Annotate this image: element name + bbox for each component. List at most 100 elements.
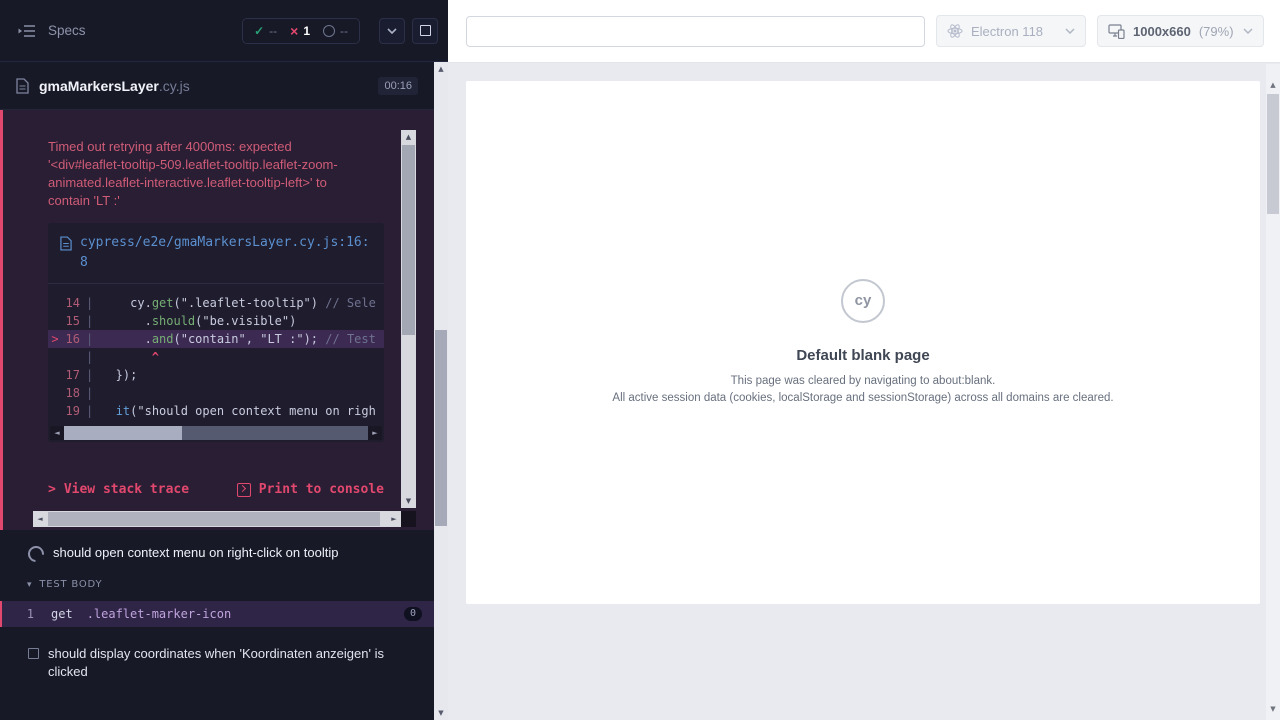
code-line: | ^ [48, 348, 384, 366]
collapse-reporter-button[interactable] [379, 18, 405, 44]
scroll-down-icon[interactable]: ▼ [1266, 702, 1280, 716]
code-frame: cypress/e2e/gmaMarkersLayer.cy.js:16:8 1… [48, 223, 384, 442]
reporter-panel: Specs ✓ -- × 1 -- [0, 0, 448, 720]
command-count-badge: 0 [404, 607, 422, 621]
scroll-left-icon[interactable]: ◄ [33, 511, 47, 527]
code-line: 18| [48, 384, 384, 402]
passed-count: -- [269, 24, 277, 38]
aut-blank-page: cy Default blank page This page was clea… [466, 81, 1260, 604]
error-hscroll-thumb[interactable] [48, 512, 380, 526]
cypress-logo: cy [841, 279, 885, 323]
code-frame-file: cypress/e2e/gmaMarkersLayer.cy.js:16:8 [80, 233, 372, 273]
print-console-icon [237, 483, 251, 497]
specs-label: Specs [48, 23, 86, 38]
test-body-section-toggle[interactable]: ▾ TEST BODY [0, 570, 434, 596]
test-title: should display coordinates when 'Koordin… [48, 645, 384, 681]
stat-pending: -- [323, 24, 348, 38]
blank-page-message: This page was cleared by navigating to a… [731, 373, 996, 390]
code-line: >16| .and("contain", "LT :"); // Test [48, 330, 384, 348]
failed-count: 1 [303, 24, 310, 38]
passed-icon: ✓ [254, 25, 264, 37]
spec-header[interactable]: gmaMarkersLayer .cy.js 00:16 [0, 62, 434, 110]
command-row[interactable]: 1 get .leaflet-marker-icon 0 [0, 601, 434, 627]
viewport-scale: (79%) [1199, 24, 1234, 39]
test-pending-icon [28, 648, 39, 659]
scroll-right-icon[interactable]: ► [368, 426, 382, 440]
error-message-line: '<div#leaflet-tooltip-509.leaflet-toolti… [48, 156, 384, 174]
code-scroll-track[interactable] [64, 426, 368, 440]
test-item-pending[interactable]: should display coordinates when 'Koordin… [0, 627, 434, 689]
stop-button[interactable] [412, 18, 438, 44]
scroll-down-icon[interactable]: ▼ [434, 706, 448, 720]
viewport-selector[interactable]: 1000x660 (79%) [1097, 15, 1264, 47]
command-message: .leaflet-marker-icon [87, 607, 232, 621]
electron-browser-icon [947, 23, 963, 39]
code-frame-file-link[interactable]: cypress/e2e/gmaMarkersLayer.cy.js:16:8 [48, 223, 384, 284]
aut-scrollbar[interactable]: ▲ ▼ [1266, 64, 1280, 720]
code-line: 17| }); [48, 366, 384, 384]
viewport-size: 1000x660 [1133, 24, 1191, 39]
aut-viewport-area: cy Default blank page This page was clea… [448, 64, 1266, 720]
reporter-header: Specs ✓ -- × 1 -- [0, 0, 448, 62]
command-method: get [51, 607, 73, 621]
spec-name: gmaMarkersLayer [39, 78, 159, 94]
print-to-console-label: Print to console [259, 482, 384, 497]
scroll-right-icon[interactable]: ► [387, 511, 401, 527]
scroll-down-icon[interactable]: ▼ [401, 494, 416, 508]
code-line: 15| .should("be.visible") [48, 312, 384, 330]
blank-page-title: Default blank page [796, 347, 929, 364]
scrollbar-corner [401, 511, 416, 527]
test-running-spinner-icon [25, 543, 48, 566]
reporter-scrollbar[interactable]: ▲ ▼ [434, 62, 448, 720]
code-line: 19| it("should open context menu on righ [48, 402, 384, 420]
scroll-up-icon[interactable]: ▲ [1266, 78, 1280, 92]
file-icon [60, 236, 72, 251]
scroll-up-icon[interactable]: ▲ [434, 62, 448, 76]
pending-count: -- [340, 24, 348, 38]
error-message-line: animated.leaflet-interactive.leaflet-too… [48, 174, 384, 192]
spec-extension: .cy.js [159, 78, 190, 94]
aut-panel: Electron 118 1000x660 (79%) [448, 0, 1280, 720]
spec-duration: 00:16 [378, 77, 418, 95]
browser-label: Electron 118 [971, 24, 1057, 39]
command-number: 1 [2, 607, 34, 621]
error-message: Timed out retrying after 4000ms: expecte… [48, 138, 384, 210]
error-actions: > View stack trace Print to console [48, 482, 384, 497]
specs-menu-button[interactable] [14, 20, 40, 42]
test-item-running[interactable]: should open context menu on right-click … [0, 530, 434, 570]
specs-menu-icon [18, 24, 36, 38]
aut-scroll-thumb[interactable] [1267, 94, 1279, 214]
code-horizontal-scrollbar[interactable]: ◄ ► [50, 426, 382, 440]
code-lines: 14| cy.get(".leaflet-tooltip") // Sele15… [48, 284, 384, 426]
chevron-down-icon [1065, 28, 1075, 34]
chevron-down-icon: ▾ [27, 580, 32, 590]
stop-icon [420, 25, 431, 36]
view-stack-trace-label: View stack trace [64, 482, 189, 497]
scroll-up-icon[interactable]: ▲ [401, 130, 416, 144]
blank-page-message: All active session data (cookies, localS… [612, 390, 1113, 407]
spec-file-icon [16, 78, 29, 94]
reporter-scroll-thumb[interactable] [435, 330, 447, 526]
aut-toolbar: Electron 118 1000x660 (79%) [448, 0, 1280, 63]
error-panel: Timed out retrying after 4000ms: expecte… [0, 110, 434, 530]
error-vscroll-thumb[interactable] [402, 145, 415, 335]
error-message-line: Timed out retrying after 4000ms: expecte… [48, 138, 384, 156]
code-line: 14| cy.get(".leaflet-tooltip") // Sele [48, 294, 384, 312]
view-stack-trace-link[interactable]: > View stack trace [48, 482, 189, 497]
test-title: should open context menu on right-click … [53, 544, 338, 562]
print-to-console-button[interactable]: Print to console [237, 482, 384, 497]
scroll-left-icon[interactable]: ◄ [50, 426, 64, 440]
url-input[interactable] [466, 16, 925, 47]
test-list: should open context menu on right-click … [0, 530, 434, 689]
stat-failed: × 1 [290, 24, 310, 38]
code-scroll-thumb[interactable] [64, 426, 182, 440]
chevron-down-icon [387, 28, 397, 34]
chevron-down-icon [1243, 28, 1253, 34]
pending-clock-icon [323, 25, 335, 37]
stat-passed: ✓ -- [254, 24, 277, 38]
failed-icon: × [290, 24, 298, 38]
browser-selector[interactable]: Electron 118 [936, 15, 1086, 47]
test-body-label: TEST BODY [39, 579, 102, 590]
error-vertical-scrollbar[interactable]: ▲ ▼ [401, 130, 416, 508]
error-horizontal-scrollbar[interactable]: ◄ ► [33, 511, 401, 527]
